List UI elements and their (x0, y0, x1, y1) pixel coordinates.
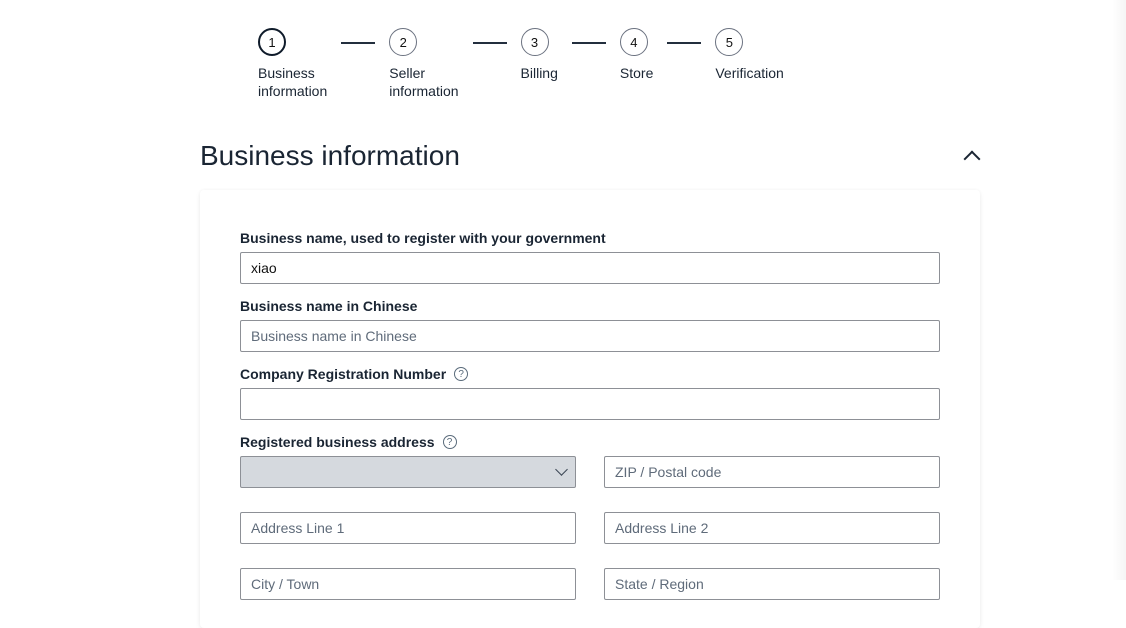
step-connector (341, 42, 375, 44)
step-number: 4 (620, 28, 648, 56)
registered-address-label: Registered business address ? (240, 434, 940, 450)
step-label: Seller information (389, 64, 458, 100)
zip-input[interactable] (604, 456, 940, 488)
business-name-input[interactable] (240, 252, 940, 284)
state-input[interactable] (604, 568, 940, 600)
chevron-up-icon[interactable] (964, 148, 980, 164)
step-number: 2 (389, 28, 417, 56)
business-information-card: Business name, used to register with you… (200, 190, 980, 628)
company-registration-input[interactable] (240, 388, 940, 420)
step-seller-information: 2 Seller information (389, 28, 458, 100)
step-number: 5 (715, 28, 743, 56)
step-label: Billing (521, 64, 558, 82)
step-label: Verification (715, 64, 783, 82)
company-registration-label-text: Company Registration Number (240, 366, 446, 382)
country-select-wrap (240, 456, 576, 488)
step-connector (667, 42, 701, 44)
country-select[interactable] (240, 456, 576, 488)
step-number: 1 (258, 28, 286, 56)
step-business-information: 1 Business information (258, 28, 327, 100)
company-registration-label: Company Registration Number ? (240, 366, 940, 382)
registered-address-label-text: Registered business address (240, 434, 435, 450)
progress-stepper: 1 Business information 2 Seller informat… (258, 28, 980, 100)
step-connector (572, 42, 606, 44)
scroll-shadow (1112, 0, 1126, 580)
section-header[interactable]: Business information (200, 140, 980, 172)
field-business-name: Business name, used to register with you… (240, 230, 940, 284)
field-company-registration: Company Registration Number ? (240, 366, 940, 420)
section-title: Business information (200, 140, 460, 172)
step-verification: 5 Verification (715, 28, 783, 82)
step-number: 3 (521, 28, 549, 56)
business-name-label: Business name, used to register with you… (240, 230, 940, 246)
address-line2-input[interactable] (604, 512, 940, 544)
field-business-name-chinese: Business name in Chinese (240, 298, 940, 352)
step-billing: 3 Billing (521, 28, 558, 82)
step-label: Store (620, 64, 653, 82)
step-connector (473, 42, 507, 44)
step-label: Business information (258, 64, 327, 100)
help-icon[interactable]: ? (443, 435, 457, 449)
address-line1-input[interactable] (240, 512, 576, 544)
business-name-chinese-input[interactable] (240, 320, 940, 352)
step-store: 4 Store (620, 28, 653, 82)
help-icon[interactable]: ? (454, 367, 468, 381)
field-registered-address: Registered business address ? (240, 434, 940, 600)
city-input[interactable] (240, 568, 576, 600)
business-name-chinese-label: Business name in Chinese (240, 298, 940, 314)
